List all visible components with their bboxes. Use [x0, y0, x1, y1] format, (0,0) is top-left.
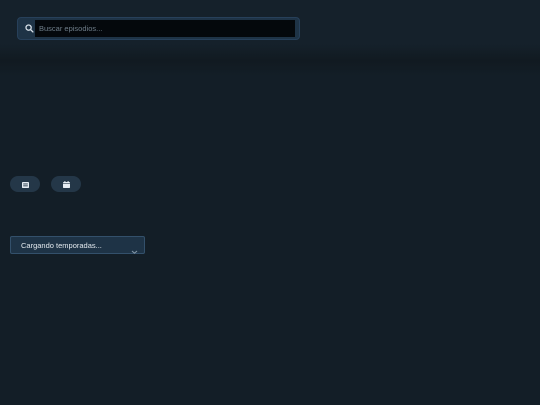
list-view-icon: [21, 175, 29, 193]
search-input[interactable]: [35, 20, 295, 37]
search-icon: [23, 22, 35, 35]
calendar-icon: [62, 175, 70, 193]
season-select[interactable]: Cargando temporadas...: [10, 236, 145, 254]
list-view-button[interactable]: [10, 176, 40, 192]
page: Cargando temporadas...: [0, 0, 540, 405]
calendar-view-button[interactable]: [51, 176, 81, 192]
top-bar: [0, 0, 540, 76]
chevron-down-icon: [131, 242, 138, 254]
search-bar[interactable]: [17, 17, 300, 40]
season-select-value: Cargando temporadas...: [21, 240, 102, 250]
